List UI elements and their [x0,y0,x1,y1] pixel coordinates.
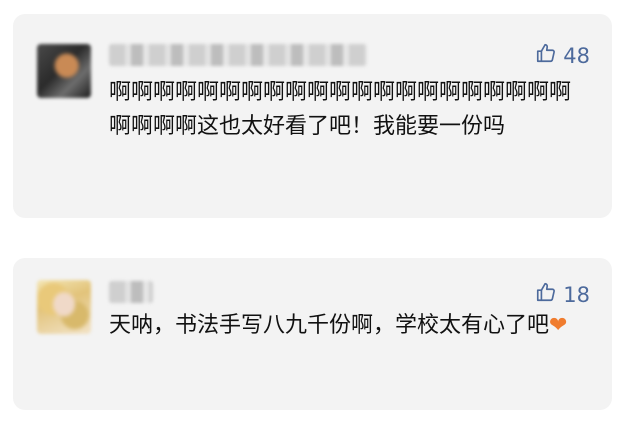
like-count: 48 [563,43,590,68]
like-button[interactable]: 18 [535,281,590,308]
orange-heart-emoji: ❤ [549,313,568,338]
comment-card: 18 天呐，书法手写八九千份啊，学校太有心了吧❤ [13,258,612,410]
avatar[interactable] [37,44,91,98]
comment-text: 啊啊啊啊啊啊啊啊啊啊啊啊啊啊啊啊啊啊啊啊啊啊啊啊啊这也太好看了吧！我能要一份吗 [109,80,572,139]
like-button[interactable]: 48 [535,42,590,69]
like-count: 18 [563,282,590,307]
comment-text: 天呐，书法手写八九千份啊，学校太有心了吧❤ [109,309,572,343]
comment-card: 48 啊啊啊啊啊啊啊啊啊啊啊啊啊啊啊啊啊啊啊啊啊啊啊啊啊这也太好看了吧！我能要一… [13,14,612,218]
username-blurred[interactable] [109,44,367,66]
username-blurred[interactable] [109,281,153,303]
avatar[interactable] [37,280,91,334]
thumbs-up-icon [535,281,557,308]
thumbs-up-icon [535,42,557,69]
comment-text-body: 天呐，书法手写八九千份啊，学校太有心了吧 [109,313,550,338]
